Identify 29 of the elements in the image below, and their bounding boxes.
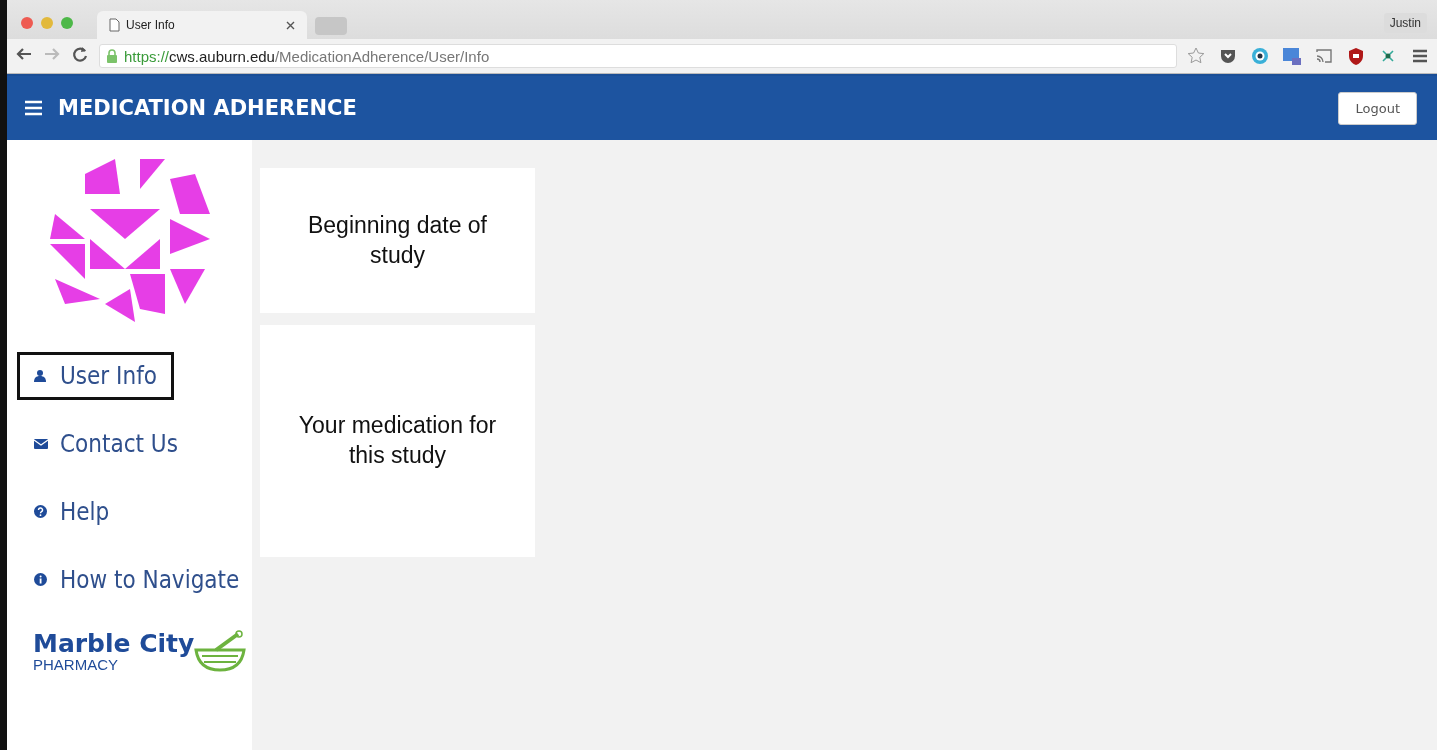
info-card: Your medication for this study — [260, 325, 535, 557]
cast-icon[interactable] — [1315, 47, 1333, 65]
sidebar-item[interactable]: Contact Us — [17, 420, 195, 468]
pharmacy-name: Marble City — [33, 631, 195, 656]
menu-icon[interactable] — [25, 100, 42, 116]
app-title: MEDICATION ADHERENCE — [58, 96, 357, 120]
menu-icon[interactable] — [1411, 47, 1429, 65]
question-icon — [34, 505, 48, 519]
sidebar-item[interactable]: User Info — [17, 352, 174, 400]
lock-icon — [106, 48, 118, 64]
shield-icon[interactable] — [1347, 47, 1365, 65]
envelope-icon — [34, 437, 48, 451]
info-icon — [34, 573, 48, 587]
address-bar[interactable]: https://cws.auburn.edu/MedicationAdherence/User/Info — [99, 44, 1177, 68]
sidebar-item[interactable]: Help — [17, 488, 127, 536]
eye-icon[interactable] — [1251, 47, 1269, 65]
screen-icon[interactable] — [1283, 47, 1301, 65]
sidebar-item[interactable]: How to Navigate — [17, 556, 257, 604]
star-icon[interactable] — [1187, 47, 1205, 65]
logout-button[interactable]: Logout — [1338, 91, 1417, 125]
close-tab-icon[interactable] — [286, 20, 295, 30]
close-window-button[interactable] — [21, 16, 33, 29]
mortar-icon — [194, 630, 247, 674]
browser-tab[interactable]: User Info — [97, 11, 307, 39]
pocket-icon[interactable] — [1219, 47, 1237, 65]
person-icon — [34, 369, 48, 383]
pharmacy-subtitle: PHARMACY — [33, 656, 119, 674]
info-card: Beginning date of study — [260, 168, 535, 313]
page-icon — [109, 18, 120, 32]
